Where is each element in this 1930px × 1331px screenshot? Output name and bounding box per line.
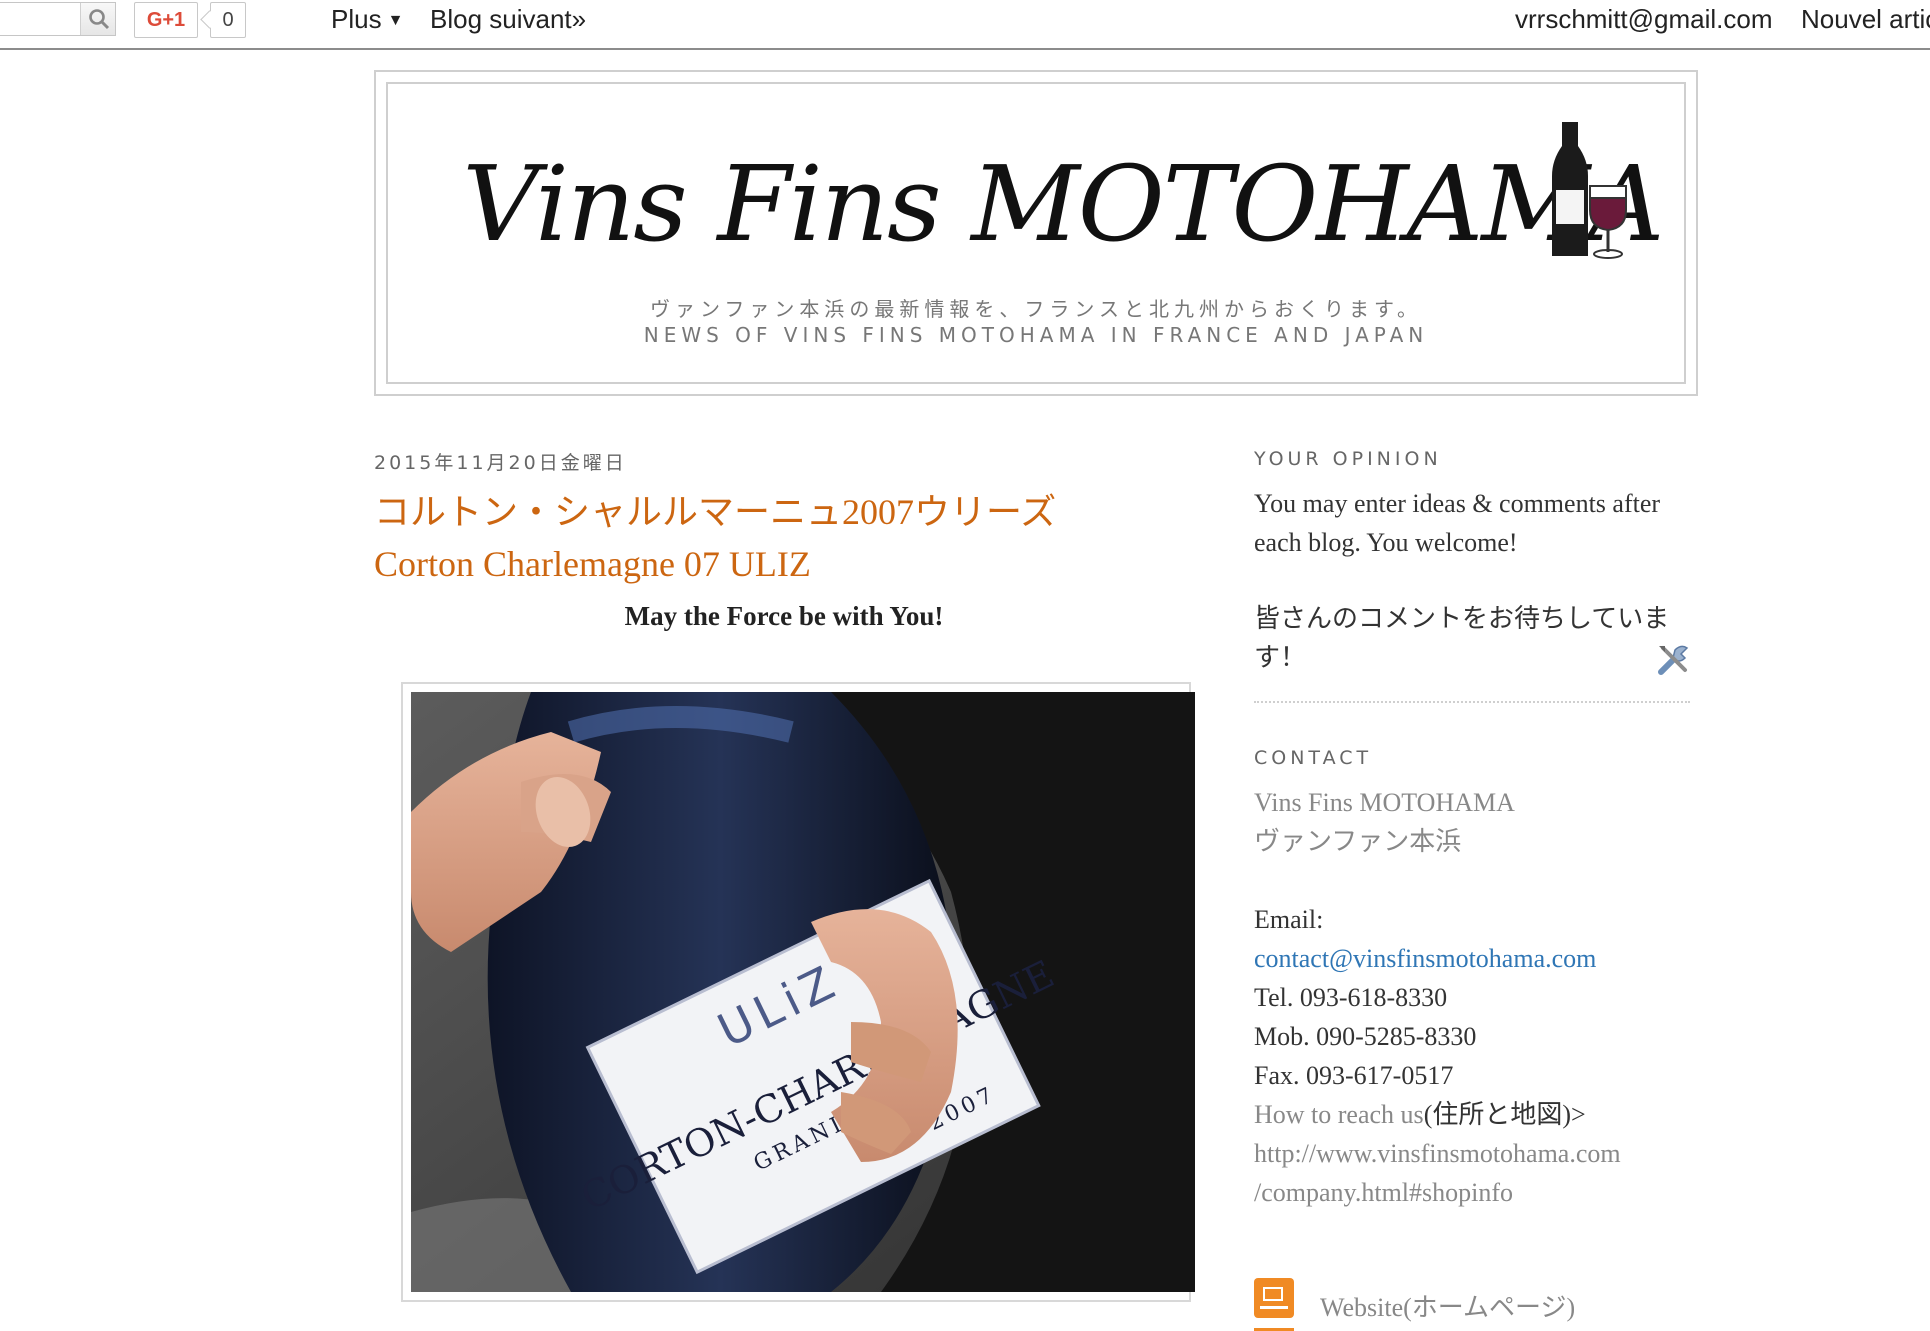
search-input[interactable] — [0, 2, 116, 36]
sidebar: YOUR OPINION You may enter ideas & comme… — [1254, 448, 1694, 1331]
contact-email-link[interactable]: contact@vinsfinsmotohama.com — [1254, 939, 1694, 978]
contact-widget-title: CONTACT — [1254, 747, 1373, 769]
contact-name-japanese: ヴァンファン本浜 — [1254, 827, 1462, 856]
post-title[interactable]: コルトン・シャルルマーニュ2007ウリーズ Corton Charlemagne… — [374, 486, 1094, 590]
more-menu[interactable]: Plus ▼ — [331, 4, 403, 35]
google-plus-one-button[interactable]: G+1 — [134, 2, 198, 38]
blog-header: Vins Fins MOTOHAMA ヴァンファン本浜の最新情報を、フランスと北… — [374, 70, 1698, 396]
email-label: Email: — [1254, 905, 1324, 934]
how-to-reach-link[interactable]: How to reach us(住所と地図)> — [1254, 1095, 1694, 1134]
blog-logo-title[interactable]: Vins Fins MOTOHAMA — [462, 134, 1664, 274]
search-button[interactable] — [80, 3, 115, 35]
next-blog-link[interactable]: Blog suivant» — [430, 4, 586, 35]
plus-one-count: 0 — [210, 2, 246, 38]
opinion-widget-title: YOUR OPINION — [1254, 448, 1442, 470]
address-map-label[interactable]: (住所と地図)> — [1424, 1100, 1586, 1129]
search-icon — [89, 9, 110, 30]
contact-tel: Tel. 093-618-8330 — [1254, 983, 1448, 1012]
header-inner-frame: Vins Fins MOTOHAMA ヴァンファン本浜の最新情報を、フランスと北… — [386, 82, 1686, 384]
user-email[interactable]: vrrschmitt@gmail.com — [1515, 4, 1773, 35]
wine-bottle-glass-icon — [1552, 122, 1627, 259]
contact-name: Vins Fins MOTOHAMA — [1254, 788, 1515, 817]
website-link[interactable]: Website(ホームページ) — [1320, 1288, 1575, 1327]
opinion-text-japanese: 皆さんのコメントをお待ちしています！ — [1254, 604, 1670, 672]
opinion-text-english: You may enter ideas & comments after eac… — [1254, 489, 1661, 557]
post-photo-frame[interactable]: ULiZ CORTON-CHARLEMAGNE GRAND CRU 2007 — [401, 682, 1195, 1302]
post-title-japanese[interactable]: コルトン・シャルルマーニュ2007ウリーズ — [374, 486, 1094, 538]
post-title-english[interactable]: Corton Charlemagne 07 ULIZ — [374, 538, 1094, 590]
post-subtitle: May the Force be with You! — [624, 601, 944, 631]
post-date: 2015年11月20日金曜日 — [374, 452, 627, 474]
caret-down-icon: ▼ — [387, 12, 404, 29]
new-post-link[interactable]: Nouvel artic — [1801, 4, 1930, 35]
wine-bottle-photo[interactable]: ULiZ CORTON-CHARLEMAGNE GRAND CRU 2007 — [411, 692, 1195, 1292]
how-to-reach-label[interactable]: How to reach us — [1254, 1100, 1424, 1129]
shop-url-line2[interactable]: /company.html#shopinfo — [1254, 1173, 1694, 1212]
blogger-navbar: G+1 0 Plus ▼ Blog suivant» vrrschmitt@gma… — [0, 0, 1930, 50]
tagline-english: NEWS OF VINS FINS MOTOHAMA IN FRANCE AND… — [643, 323, 1429, 347]
tagline-japanese: ヴァンファン本浜の最新情報を、フランスと北九州からおくります。 — [650, 297, 1422, 321]
photo-illustration: ULiZ CORTON-CHARLEMAGNE GRAND CRU 2007 — [411, 692, 1195, 1292]
sidebar-divider — [1254, 701, 1690, 703]
blog-tagline: ヴァンファン本浜の最新情報を、フランスと北九州からおくります。 NEWS OF … — [388, 296, 1684, 348]
contact-fax: Fax. 093-617-0517 — [1254, 1061, 1454, 1090]
shop-url-line1[interactable]: http://www.vinsfinsmotohama.com — [1254, 1134, 1694, 1173]
website-feed-icon[interactable] — [1254, 1278, 1294, 1318]
edit-widget-icon[interactable] — [1655, 642, 1691, 678]
contact-mobile: Mob. 090-5285-8330 — [1254, 1022, 1477, 1051]
more-menu-label: Plus — [331, 4, 382, 34]
